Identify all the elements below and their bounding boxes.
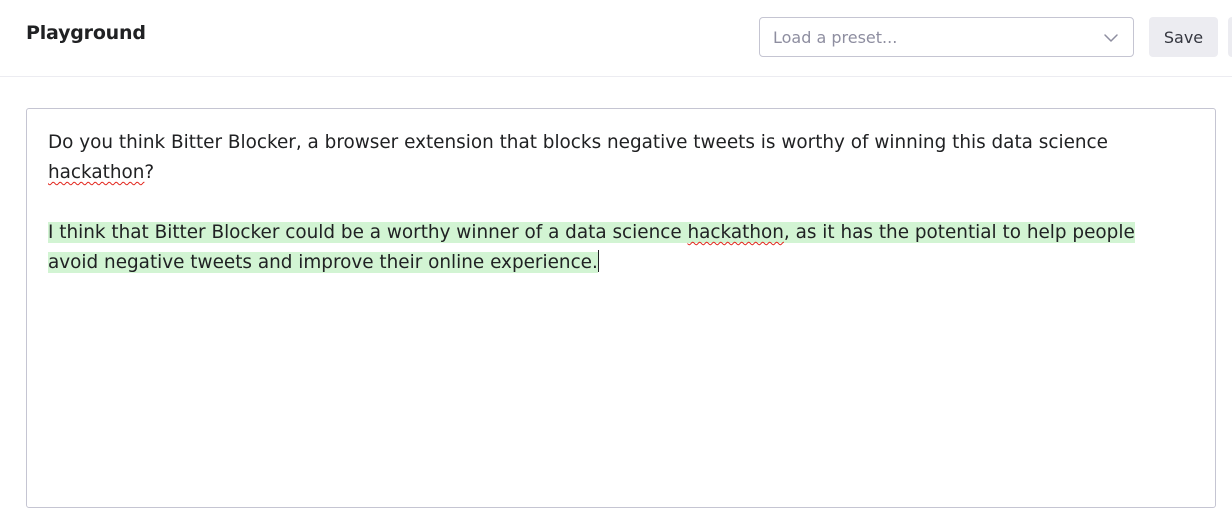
top-bar: Playground Load a preset... Save (0, 0, 1232, 77)
save-button[interactable]: Save (1149, 17, 1218, 57)
more-button[interactable] (1228, 17, 1232, 57)
spellcheck-word: hackathon (687, 222, 784, 243)
page-title: Playground (26, 22, 146, 44)
preset-placeholder: Load a preset... (773, 28, 898, 47)
spellcheck-word: hackathon (48, 162, 145, 183)
preset-select[interactable]: Load a preset... (759, 17, 1134, 57)
text-caret (597, 250, 599, 272)
prompt-text: Do you think Bitter Blocker, a browser e… (48, 128, 1188, 188)
prompt-text-part: ? (144, 162, 155, 183)
prompt-text-part: Do you think Bitter Blocker, a browser e… (48, 132, 1108, 153)
chevron-down-icon (1104, 34, 1118, 42)
completion-part: I think that Bitter Blocker could be a w… (48, 222, 688, 243)
prompt-editor[interactable]: Do you think Bitter Blocker, a browser e… (26, 108, 1216, 508)
editor-content[interactable]: Do you think Bitter Blocker, a browser e… (48, 128, 1188, 278)
completion-text: I think that Bitter Blocker could be a w… (48, 218, 1188, 278)
